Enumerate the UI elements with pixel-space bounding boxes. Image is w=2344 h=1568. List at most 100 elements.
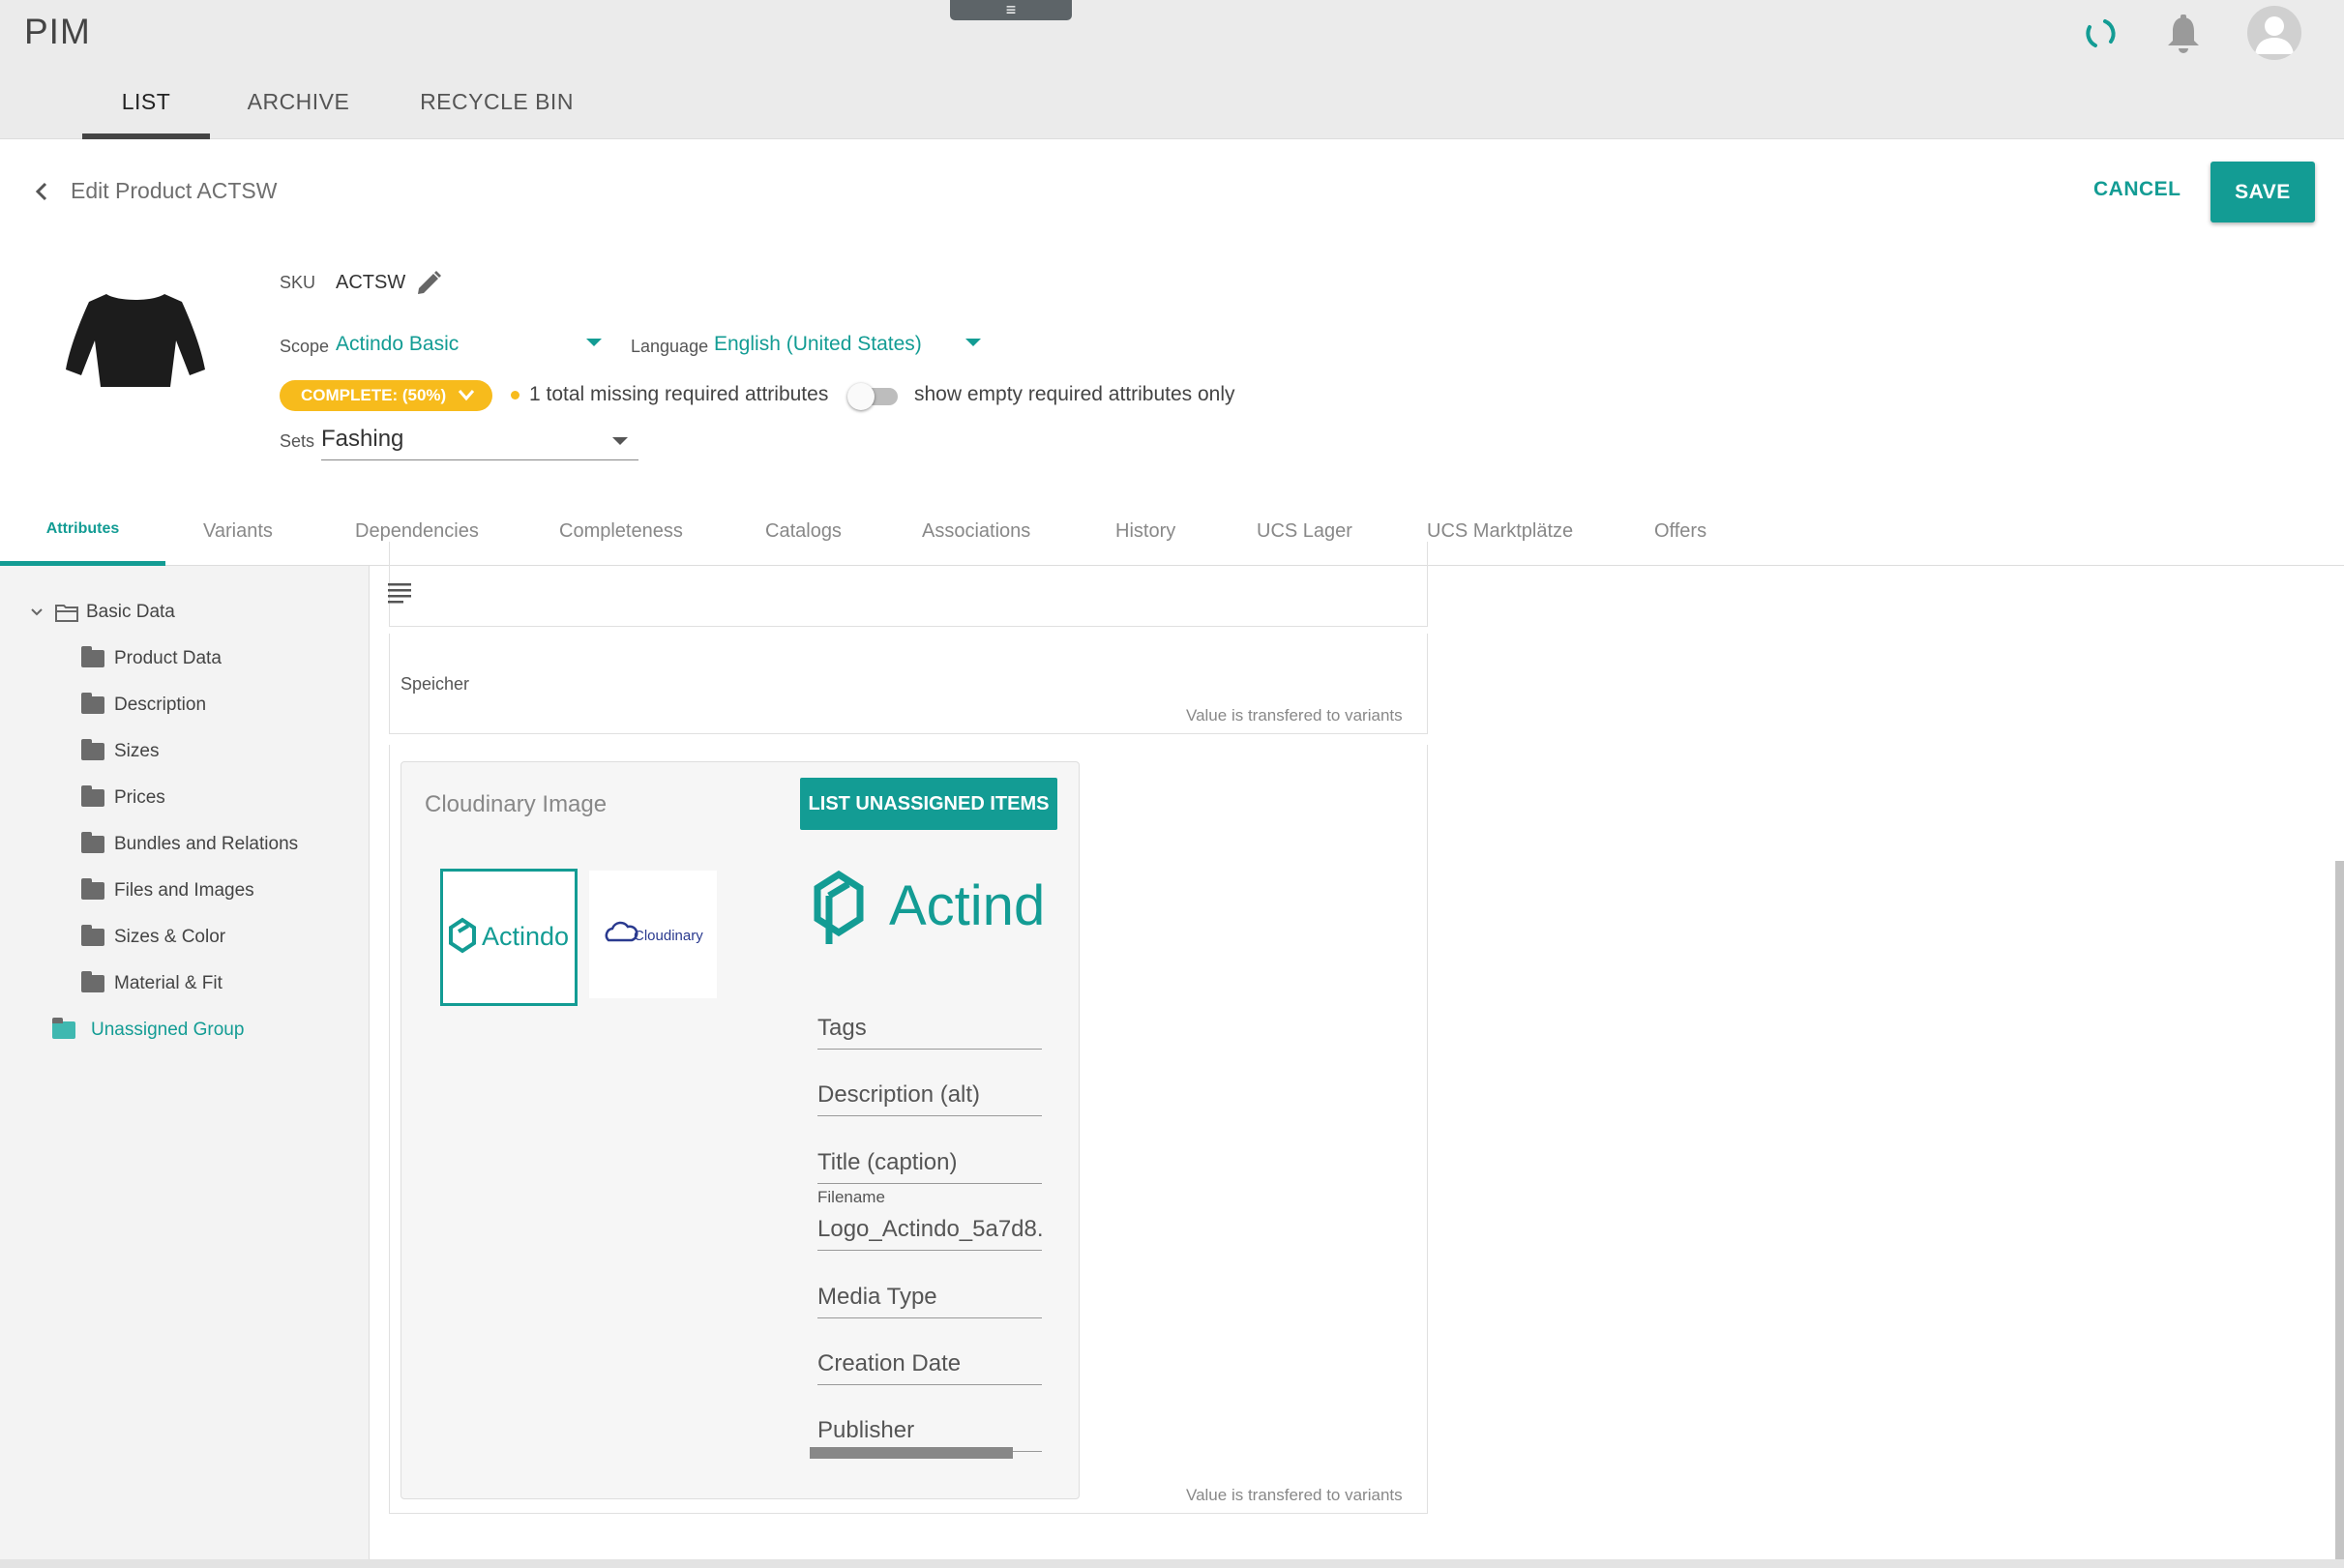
avatar[interactable]: [2247, 6, 2301, 60]
scope-label: Scope: [280, 337, 330, 356]
tree-item-prices[interactable]: Prices: [0, 785, 370, 826]
transfer-note: Value is transfered to variants: [1186, 706, 1403, 725]
tab-dependencies[interactable]: Dependencies: [355, 520, 479, 543]
speicher-label: Speicher: [401, 674, 470, 694]
image-thumbnail[interactable]: Cloudinary: [589, 871, 717, 998]
menu-lines-icon[interactable]: [386, 580, 413, 604]
folder-icon: [81, 971, 104, 992]
tree-label: Sizes & Color: [114, 927, 226, 947]
tree-label: Sizes: [114, 741, 160, 761]
scope-select[interactable]: Actindo Basic: [336, 333, 459, 356]
tree-item-sizes-color[interactable]: Sizes & Color: [0, 925, 370, 965]
description-alt-field[interactable]: Description (alt): [817, 1074, 1042, 1116]
thumb1-label: Actindo: [482, 922, 569, 951]
image-preview: Actind: [806, 851, 1057, 965]
tree-item-bundles-relations[interactable]: Bundles and Relations: [0, 832, 370, 873]
empty-required-toggle[interactable]: [847, 383, 902, 410]
chevron-down-icon[interactable]: [612, 437, 628, 445]
tab-archive[interactable]: ARCHIVE: [242, 89, 355, 139]
tab-ucs-lager[interactable]: UCS Lager: [1257, 520, 1352, 543]
menu-handle[interactable]: ≡: [950, 0, 1072, 20]
tab-variants[interactable]: Variants: [203, 520, 273, 543]
toggle-label: show empty required attributes only: [914, 383, 1235, 405]
filename-label: Filename: [817, 1188, 885, 1206]
back-icon[interactable]: [29, 176, 54, 207]
filename-field[interactable]: Logo_Actindo_5a7d8.: [817, 1208, 1042, 1251]
cloudinary-logo: Cloudinary: [605, 921, 703, 944]
save-button[interactable]: SAVE: [2210, 162, 2315, 222]
avatar-icon: [2255, 16, 2294, 54]
language-select[interactable]: English (United States): [714, 333, 922, 356]
tab-attributes[interactable]: Attributes: [0, 503, 165, 566]
list-unassigned-button[interactable]: LIST UNASSIGNED ITEMS: [800, 778, 1057, 830]
tab-catalogs[interactable]: Catalogs: [765, 520, 842, 543]
image-thumbnail-selected[interactable]: Actindo: [440, 869, 578, 1006]
chevron-down-icon[interactable]: [29, 604, 45, 621]
tree-item-unassigned-group[interactable]: Unassigned Group: [0, 1018, 370, 1058]
tree-item-description[interactable]: Description: [0, 693, 370, 733]
tree-item-sizes[interactable]: Sizes: [0, 739, 370, 780]
chevron-down-icon[interactable]: [965, 339, 981, 346]
tab-offers[interactable]: Offers: [1654, 520, 1706, 543]
cloudinary-image-card: Cloudinary Image LIST UNASSIGNED ITEMS A…: [401, 761, 1080, 1499]
folder-open-icon: [55, 605, 78, 622]
tree-item-product-data[interactable]: Product Data: [0, 646, 370, 687]
vertical-scrollbar[interactable]: [2335, 861, 2344, 1568]
tree-label: Basic Data: [86, 602, 175, 622]
folder-icon: [81, 693, 104, 714]
tree-label: Bundles and Relations: [114, 834, 299, 854]
preview-label: Actind: [889, 874, 1045, 937]
publisher-field[interactable]: Publisher: [817, 1409, 1042, 1452]
thumb2-label: Cloudinary: [634, 928, 703, 944]
missing-attributes-text: 1 total missing required attributes: [529, 383, 829, 405]
actindo-logo: Actind: [814, 870, 1045, 944]
bell-icon[interactable]: [2164, 14, 2203, 56]
completeness-badge[interactable]: COMPLETE: (50%): [280, 380, 492, 411]
creation-date-field[interactable]: Creation Date: [817, 1343, 1042, 1385]
toggle-knob: [847, 383, 875, 410]
folder-icon: [81, 832, 104, 853]
status-dot: [511, 391, 519, 399]
language-label: Language: [631, 337, 709, 356]
tree-label: Files and Images: [114, 880, 254, 901]
folder-icon: [81, 739, 104, 760]
folder-icon: [81, 785, 104, 807]
tree-label: Prices: [114, 787, 165, 808]
tab-completeness[interactable]: Completeness: [559, 520, 683, 543]
actindo-logo: Actindo: [449, 917, 569, 954]
chevron-down-icon: [458, 390, 475, 401]
edit-icon[interactable]: [414, 269, 443, 298]
page-title: Edit Product ACTSW: [71, 178, 278, 203]
tab-ucs-marktplaetze[interactable]: UCS Marktplätze: [1427, 520, 1573, 543]
cloudinary-title: Cloudinary Image: [425, 791, 608, 817]
sync-icon[interactable]: [2082, 15, 2119, 52]
sku-label: SKU: [280, 273, 316, 292]
sku-value: ACTSW: [336, 272, 406, 293]
tab-recycle-bin[interactable]: RECYCLE BIN: [416, 89, 578, 139]
product-image: [66, 294, 205, 387]
tree-item-material-fit[interactable]: Material & Fit: [0, 971, 370, 1012]
folder-icon: [81, 646, 104, 667]
tree-label: Product Data: [114, 648, 222, 668]
folder-icon: [81, 925, 104, 946]
app-title: PIM: [24, 12, 91, 51]
horizontal-scrollbar[interactable]: [810, 1447, 1013, 1459]
tree-item-basic-data[interactable]: Basic Data: [0, 602, 370, 640]
sets-select[interactable]: Fashing: [321, 426, 638, 460]
transfer-note: Value is transfered to variants: [1186, 1486, 1403, 1504]
tab-associations[interactable]: Associations: [922, 520, 1030, 543]
tree-label: Description: [114, 695, 207, 715]
media-type-field[interactable]: Media Type: [817, 1276, 1042, 1318]
sets-label: Sets: [280, 431, 315, 451]
tree-label: Unassigned Group: [91, 1020, 245, 1040]
title-caption-field[interactable]: Title (caption): [817, 1141, 1042, 1184]
tab-history[interactable]: History: [1115, 520, 1175, 543]
bottom-edge: [0, 1559, 2344, 1568]
chevron-down-icon[interactable]: [586, 339, 602, 346]
tab-list[interactable]: LIST: [82, 89, 210, 139]
attribute-field-card: [389, 542, 1428, 627]
tree-item-files-images[interactable]: Files and Images: [0, 878, 370, 919]
tree-label: Material & Fit: [114, 973, 223, 993]
tags-field[interactable]: Tags: [817, 1007, 1042, 1050]
cancel-button[interactable]: CANCEL: [2093, 178, 2181, 201]
